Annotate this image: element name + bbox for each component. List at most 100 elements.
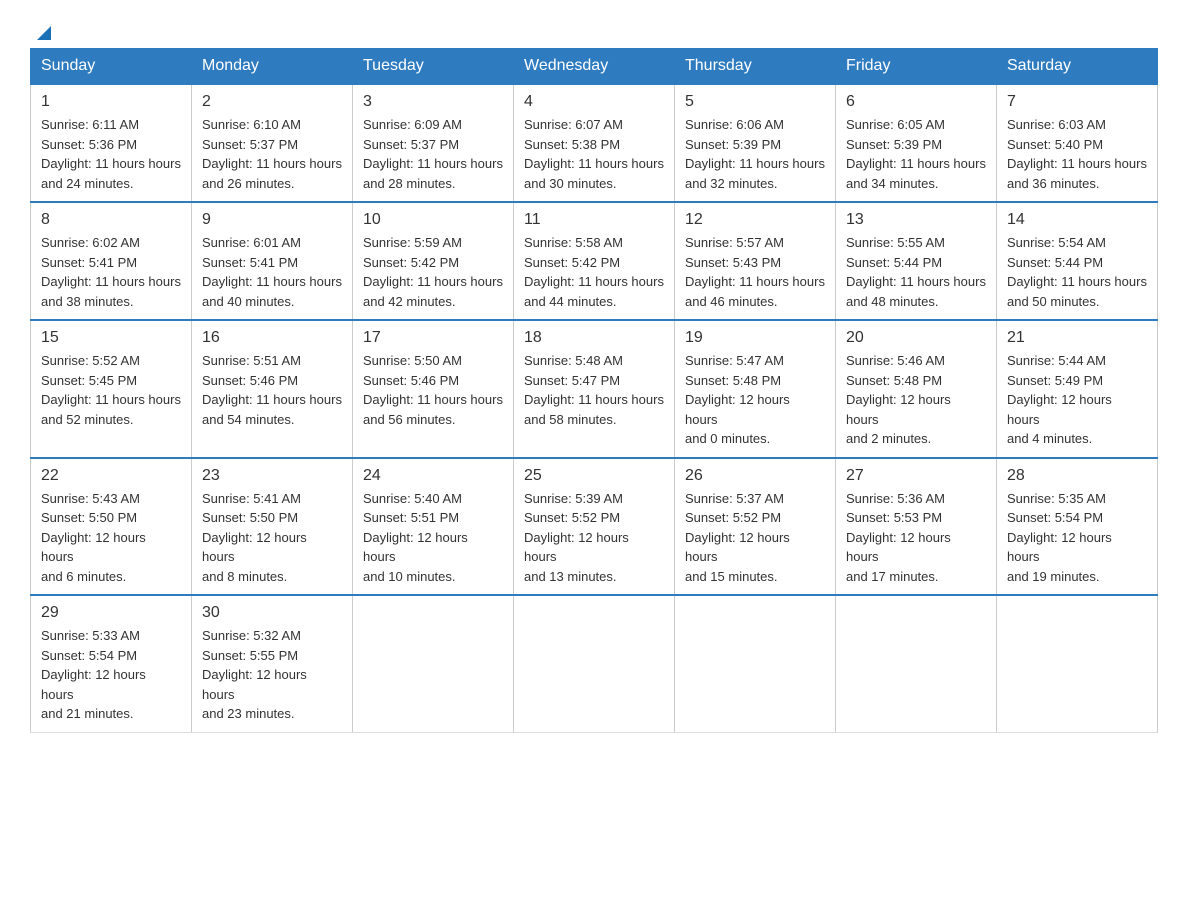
day-detail: Sunrise: 5:43 AM bbox=[41, 489, 181, 509]
day-detail: Daylight: 11 hours hours bbox=[846, 272, 986, 292]
day-detail: Daylight: 12 hours hours bbox=[41, 528, 181, 567]
day-detail: Daylight: 11 hours hours bbox=[1007, 272, 1147, 292]
calendar-day-cell: 6Sunrise: 6:05 AMSunset: 5:39 PMDaylight… bbox=[836, 84, 997, 202]
page-header bbox=[30, 20, 1158, 38]
day-info: Sunrise: 5:41 AMSunset: 5:50 PMDaylight:… bbox=[202, 489, 342, 587]
day-number: 16 bbox=[202, 329, 342, 347]
calendar-day-cell bbox=[997, 595, 1158, 732]
day-info: Sunrise: 5:40 AMSunset: 5:51 PMDaylight:… bbox=[363, 489, 503, 587]
day-detail: Sunrise: 6:07 AM bbox=[524, 115, 664, 135]
day-detail: Daylight: 12 hours hours bbox=[202, 528, 342, 567]
day-detail: Sunset: 5:46 PM bbox=[202, 371, 342, 391]
calendar-day-cell: 10 Sunrise: 5:59 AMSunset: 5:42 PMDayligh… bbox=[353, 202, 514, 320]
day-number: 15 bbox=[41, 329, 181, 347]
day-info: Sunrise: 5:35 AMSunset: 5:54 PMDaylight:… bbox=[1007, 489, 1147, 587]
day-detail: and 13 minutes. bbox=[524, 567, 664, 587]
calendar-day-cell bbox=[514, 595, 675, 732]
calendar-day-cell: 3Sunrise: 6:09 AMSunset: 5:37 PMDaylight… bbox=[353, 84, 514, 202]
day-number: 1 bbox=[41, 93, 181, 111]
day-detail: and 10 minutes. bbox=[363, 567, 503, 587]
day-detail: Sunrise: 5:57 AM bbox=[685, 233, 825, 253]
day-detail: Sunset: 5:50 PM bbox=[41, 508, 181, 528]
day-detail: Sunrise: 6:03 AM bbox=[1007, 115, 1147, 135]
calendar-table: SundayMondayTuesdayWednesdayThursdayFrid… bbox=[30, 48, 1158, 733]
day-number: 18 bbox=[524, 329, 664, 347]
day-info: Sunrise: 5:58 AMSunset: 5:42 PMDaylight:… bbox=[524, 233, 664, 311]
col-header-wednesday: Wednesday bbox=[514, 49, 675, 85]
day-detail: Sunrise: 5:48 AM bbox=[524, 351, 664, 371]
day-detail: Sunset: 5:41 PM bbox=[202, 253, 342, 273]
calendar-day-cell: 11 Sunrise: 5:58 AMSunset: 5:42 PMDayligh… bbox=[514, 202, 675, 320]
day-info: Sunrise: 5:44 AMSunset: 5:49 PMDaylight:… bbox=[1007, 351, 1147, 449]
calendar-day-cell: 26Sunrise: 5:37 AMSunset: 5:52 PMDayligh… bbox=[675, 458, 836, 596]
day-info: Sunrise: 6:10 AMSunset: 5:37 PMDaylight:… bbox=[202, 115, 342, 193]
day-detail: and 50 minutes. bbox=[1007, 292, 1147, 312]
calendar-day-cell: 23 Sunrise: 5:41 AMSunset: 5:50 PMDayligh… bbox=[192, 458, 353, 596]
day-info: Sunrise: 5:43 AMSunset: 5:50 PMDaylight:… bbox=[41, 489, 181, 587]
col-header-sunday: Sunday bbox=[31, 49, 192, 85]
day-number: 2 bbox=[202, 93, 342, 111]
day-info: Sunrise: 5:59 AMSunset: 5:42 PMDaylight:… bbox=[363, 233, 503, 311]
day-number: 6 bbox=[846, 93, 986, 111]
calendar-day-cell: 20Sunrise: 5:46 AMSunset: 5:48 PMDayligh… bbox=[836, 320, 997, 458]
day-detail: Sunset: 5:38 PM bbox=[524, 135, 664, 155]
calendar-day-cell: 25Sunrise: 5:39 AMSunset: 5:52 PMDayligh… bbox=[514, 458, 675, 596]
day-detail: Daylight: 12 hours hours bbox=[685, 390, 825, 429]
day-detail: and 21 minutes. bbox=[41, 704, 181, 724]
day-detail: Daylight: 11 hours hours bbox=[524, 272, 664, 292]
calendar-week-row: 29Sunrise: 5:33 AMSunset: 5:54 PMDayligh… bbox=[31, 595, 1158, 732]
day-number: 14 bbox=[1007, 211, 1147, 229]
day-detail: Sunrise: 5:37 AM bbox=[685, 489, 825, 509]
calendar-day-cell: 5 Sunrise: 6:06 AMSunset: 5:39 PMDaylight… bbox=[675, 84, 836, 202]
day-info: Sunrise: 5:51 AMSunset: 5:46 PMDaylight:… bbox=[202, 351, 342, 429]
day-detail: Daylight: 11 hours hours bbox=[41, 390, 181, 410]
day-info: Sunrise: 5:47 AMSunset: 5:48 PMDaylight:… bbox=[685, 351, 825, 449]
day-number: 9 bbox=[202, 211, 342, 229]
day-detail: Sunset: 5:50 PM bbox=[202, 508, 342, 528]
calendar-week-row: 15Sunrise: 5:52 AMSunset: 5:45 PMDayligh… bbox=[31, 320, 1158, 458]
calendar-day-cell: 29Sunrise: 5:33 AMSunset: 5:54 PMDayligh… bbox=[31, 595, 192, 732]
day-detail: and 34 minutes. bbox=[846, 174, 986, 194]
day-detail: Daylight: 12 hours hours bbox=[846, 528, 986, 567]
col-header-monday: Monday bbox=[192, 49, 353, 85]
day-number: 13 bbox=[846, 211, 986, 229]
day-number: 11 bbox=[524, 211, 664, 229]
day-detail: Daylight: 12 hours hours bbox=[524, 528, 664, 567]
day-detail: Sunset: 5:48 PM bbox=[685, 371, 825, 391]
day-detail: and 42 minutes. bbox=[363, 292, 503, 312]
day-detail: Daylight: 11 hours hours bbox=[685, 272, 825, 292]
day-detail: Sunset: 5:37 PM bbox=[202, 135, 342, 155]
day-number: 7 bbox=[1007, 93, 1147, 111]
calendar-week-row: 8Sunrise: 6:02 AMSunset: 5:41 PMDaylight… bbox=[31, 202, 1158, 320]
day-detail: Sunrise: 6:01 AM bbox=[202, 233, 342, 253]
day-detail: Sunset: 5:42 PM bbox=[363, 253, 503, 273]
day-info: Sunrise: 6:07 AMSunset: 5:38 PMDaylight:… bbox=[524, 115, 664, 193]
calendar-day-cell: 15Sunrise: 5:52 AMSunset: 5:45 PMDayligh… bbox=[31, 320, 192, 458]
col-header-friday: Friday bbox=[836, 49, 997, 85]
day-number: 17 bbox=[363, 329, 503, 347]
day-number: 23 bbox=[202, 467, 342, 485]
day-number: 5 bbox=[685, 93, 825, 111]
day-detail: Sunrise: 5:33 AM bbox=[41, 626, 181, 646]
calendar-day-cell: 13Sunrise: 5:55 AMSunset: 5:44 PMDayligh… bbox=[836, 202, 997, 320]
logo-triangle-icon bbox=[33, 22, 55, 44]
day-detail: and 30 minutes. bbox=[524, 174, 664, 194]
day-detail: Daylight: 11 hours hours bbox=[202, 390, 342, 410]
day-detail: Sunset: 5:44 PM bbox=[846, 253, 986, 273]
day-number: 10 bbox=[363, 211, 503, 229]
day-info: Sunrise: 5:39 AMSunset: 5:52 PMDaylight:… bbox=[524, 489, 664, 587]
day-detail: Daylight: 12 hours hours bbox=[1007, 528, 1147, 567]
calendar-day-cell: 21Sunrise: 5:44 AMSunset: 5:49 PMDayligh… bbox=[997, 320, 1158, 458]
calendar-day-cell: 30Sunrise: 5:32 AMSunset: 5:55 PMDayligh… bbox=[192, 595, 353, 732]
day-info: Sunrise: 5:46 AMSunset: 5:48 PMDaylight:… bbox=[846, 351, 986, 449]
day-info: Sunrise: 6:06 AMSunset: 5:39 PMDaylight:… bbox=[685, 115, 825, 193]
day-detail: and 54 minutes. bbox=[202, 410, 342, 430]
day-detail: and 36 minutes. bbox=[1007, 174, 1147, 194]
day-detail: and 28 minutes. bbox=[363, 174, 503, 194]
day-detail: Sunrise: 5:44 AM bbox=[1007, 351, 1147, 371]
day-number: 3 bbox=[363, 93, 503, 111]
day-info: Sunrise: 5:57 AMSunset: 5:43 PMDaylight:… bbox=[685, 233, 825, 311]
day-detail: Sunrise: 5:51 AM bbox=[202, 351, 342, 371]
day-detail: Sunset: 5:55 PM bbox=[202, 646, 342, 666]
day-detail: Sunset: 5:49 PM bbox=[1007, 371, 1147, 391]
